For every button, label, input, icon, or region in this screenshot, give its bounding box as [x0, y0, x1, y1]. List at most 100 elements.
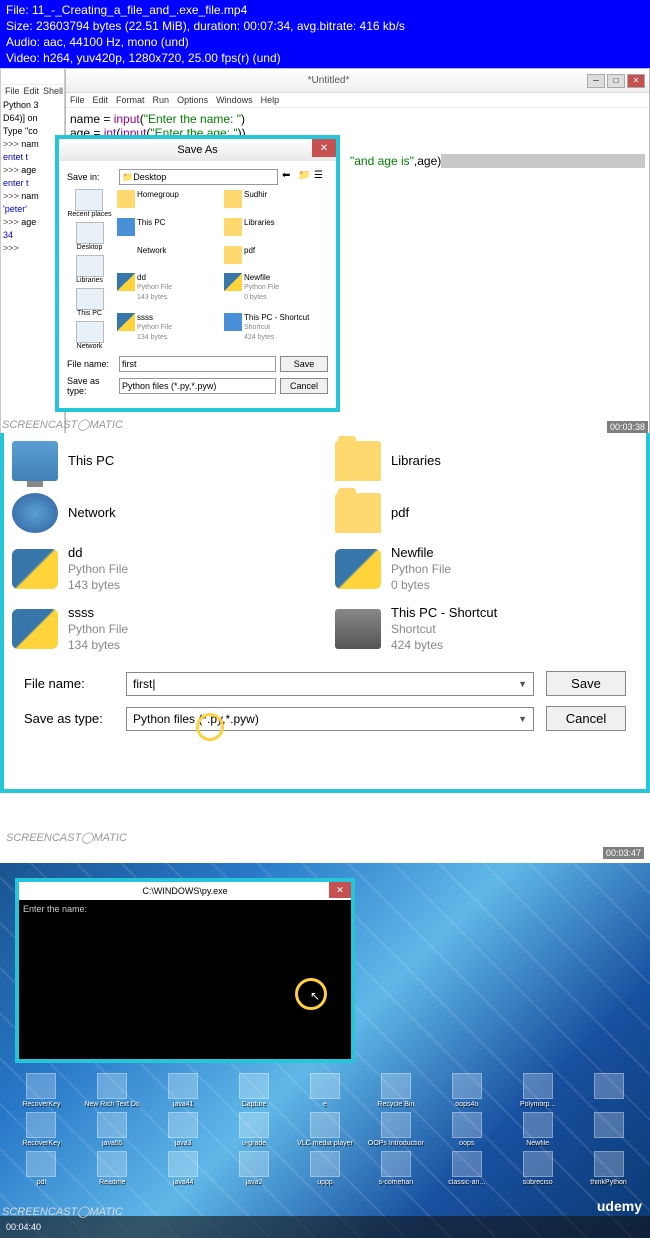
desktop-icon[interactable]: New Rich Text Doc...	[79, 1073, 146, 1108]
file-item[interactable]: ssssPython File134 bytes	[116, 312, 221, 350]
editor-titlebar[interactable]: *Untitled* ─ □ ✕	[66, 69, 649, 93]
file-item[interactable]: Libraries	[335, 441, 638, 481]
watermark: SCREENCAST◯MATIC	[2, 1205, 123, 1218]
desktop-icon[interactable]: Capture	[221, 1073, 288, 1108]
cancel-button[interactable]: Cancel	[280, 378, 328, 394]
file-item[interactable]: This PC	[12, 441, 315, 481]
file-item[interactable]: NewfilePython File0 bytes	[335, 545, 638, 593]
console-close-button[interactable]: ✕	[329, 882, 351, 898]
file-item[interactable]: Network	[116, 245, 221, 271]
editor-menu[interactable]: FileEditFormatRunOptionsWindowsHelp	[66, 93, 649, 108]
desktop-icon[interactable]: Newfile	[504, 1112, 571, 1147]
desktop-icon[interactable]: Recycle Bin	[362, 1073, 429, 1108]
screenshot-1: FileEditShellD Python 3 D64)] on Type "c…	[0, 68, 650, 433]
watermark: SCREENCAST◯MATIC	[6, 831, 127, 844]
audio-line: Audio: aac, 44100 Hz, mono (und)	[6, 34, 644, 50]
file-item[interactable]: pdf	[335, 493, 638, 533]
file-item[interactable]: Network	[12, 493, 315, 533]
file-item[interactable]: Sudhir	[223, 189, 328, 215]
file-item[interactable]: This PC	[116, 217, 221, 243]
place-item[interactable]: Desktop	[76, 222, 104, 251]
filename-label: File name:	[67, 359, 115, 369]
cancel-button-big[interactable]: Cancel	[546, 706, 626, 731]
desktop-icon[interactable]	[575, 1073, 642, 1108]
savetype-dropdown[interactable]: Python files (*.py,*.pyw)	[119, 378, 276, 394]
taskbar[interactable]: SCREENCAST◯MATIC 00:04:40	[0, 1216, 650, 1238]
dialog-title: Save As	[177, 144, 217, 156]
desktop-icon[interactable]: uppp	[292, 1151, 359, 1186]
save-in-label: Save in:	[67, 172, 115, 182]
file-item[interactable]: NewfilePython File0 bytes	[223, 272, 328, 310]
filename-input[interactable]	[119, 356, 276, 372]
file-item[interactable]: pdf	[223, 245, 328, 271]
screenshot-2: This PC Libraries Network pdf ddPython File1…	[0, 433, 650, 793]
place-item[interactable]: This PC	[76, 288, 104, 317]
places-bar[interactable]: Recent places Desktop Libraries This PC Netw…	[67, 189, 112, 350]
desktop-icon[interactable]: OOPs Introduction	[362, 1112, 429, 1147]
file-item[interactable]: Libraries	[223, 217, 328, 243]
nav-icons[interactable]: ⬅📁☰	[282, 170, 328, 184]
desktop-icon[interactable]: java44	[150, 1151, 217, 1186]
shell-titlebar	[1, 69, 64, 85]
desktop-icon[interactable]: s-comehan	[362, 1151, 429, 1186]
screenshot-3: C:\WINDOWS\py.exe ✕ Enter the name: ↖ Re…	[0, 863, 650, 1238]
desktop-icon[interactable]: java3	[150, 1112, 217, 1147]
file-list[interactable]: HomegroupSudhirThis PCLibrariesNetworkpd…	[116, 189, 328, 350]
udemy-logo: udemy	[597, 1198, 642, 1214]
save-button[interactable]: Save	[280, 356, 328, 372]
file-item[interactable]: Homegroup	[116, 189, 221, 215]
desktop-icons[interactable]: RecoverKeyNew Rich Text Doc...java41Capt…	[4, 1069, 646, 1190]
filename-input-big[interactable]: first|	[126, 672, 534, 696]
editor-title: *Untitled*	[308, 75, 350, 86]
desktop-icon[interactable]: java2	[221, 1151, 288, 1186]
desktop-icon[interactable]: java55	[79, 1112, 146, 1147]
place-item[interactable]: Recent places	[67, 189, 111, 218]
desktop-icon[interactable]: Polymorp...	[504, 1073, 571, 1108]
video-line: Video: h264, yuv420p, 1280x720, 25.00 fp…	[6, 50, 644, 66]
desktop-background[interactable]: C:\WINDOWS\py.exe ✕ Enter the name: ↖ Re…	[0, 863, 650, 1238]
desktop-icon[interactable]: RecoverKey	[8, 1073, 75, 1108]
desktop-icon[interactable]	[575, 1112, 642, 1147]
shell-menu[interactable]: FileEditShellD	[1, 85, 64, 97]
desktop-icon[interactable]: classic-an...	[433, 1151, 500, 1186]
desktop-icon[interactable]: e	[292, 1073, 359, 1108]
close-button[interactable]: ✕	[627, 74, 645, 88]
place-item[interactable]: Libraries	[76, 255, 104, 284]
console-window: C:\WINDOWS\py.exe ✕ Enter the name:	[15, 878, 355, 1063]
console-output[interactable]: Enter the name:	[19, 900, 351, 1059]
file-item[interactable]: ddPython File143 bytes	[116, 272, 221, 310]
desktop-icon[interactable]: pdf	[8, 1151, 75, 1186]
desktop-icon[interactable]: subreciso	[504, 1151, 571, 1186]
filename-label-big: File name:	[24, 676, 114, 691]
media-info-header: File: 11_-_Creating_a_file_and_.exe_file…	[0, 0, 650, 68]
desktop-icon[interactable]: u-grade	[221, 1112, 288, 1147]
desktop-icon[interactable]: java41	[150, 1073, 217, 1108]
dialog-titlebar[interactable]: Save As ✕	[59, 139, 336, 161]
file-item[interactable]: ssssPython File134 bytes	[12, 605, 315, 653]
place-item[interactable]: Network	[76, 321, 104, 350]
desktop-icon[interactable]: oops	[433, 1112, 500, 1147]
desktop-icon[interactable]: VLC media player	[292, 1112, 359, 1147]
minimize-button[interactable]: ─	[587, 74, 605, 88]
save-in-dropdown[interactable]: 📁 Desktop	[119, 169, 278, 185]
savetype-dropdown-big[interactable]: Python files (*.py,*.pyw)	[126, 707, 534, 731]
save-as-dialog: Save As ✕ Save in: 📁 Desktop ⬅📁☰ Recent …	[55, 135, 340, 412]
timestamp-1: 00:03:38	[607, 421, 648, 433]
save-button-big[interactable]: Save	[546, 671, 626, 696]
timestamp-2: 00:03:47	[603, 847, 644, 859]
savetype-label: Save as type:	[67, 376, 115, 396]
file-item[interactable]: This PC - ShortcutShortcut424 bytes	[335, 605, 638, 653]
console-title: C:\WINDOWS\py.exe	[142, 886, 227, 896]
desktop-icon[interactable]: oops4o	[433, 1073, 500, 1108]
console-titlebar[interactable]: C:\WINDOWS\py.exe ✕	[19, 882, 351, 900]
file-list-large[interactable]: This PC Libraries Network pdf ddPython File1…	[4, 433, 646, 661]
timestamp-3: 00:04:40	[6, 1222, 41, 1232]
desktop-icon[interactable]: thinkPython	[575, 1151, 642, 1186]
desktop-icon[interactable]: Readme	[79, 1151, 146, 1186]
dialog-close-button[interactable]: ✕	[312, 139, 336, 157]
maximize-button[interactable]: □	[607, 74, 625, 88]
savetype-label-big: Save as type:	[24, 711, 114, 726]
desktop-icon[interactable]: RecoverKey	[8, 1112, 75, 1147]
file-item[interactable]: This PC - ShortcutShortcut424 bytes	[223, 312, 328, 350]
file-item[interactable]: ddPython File143 bytes	[12, 545, 315, 593]
